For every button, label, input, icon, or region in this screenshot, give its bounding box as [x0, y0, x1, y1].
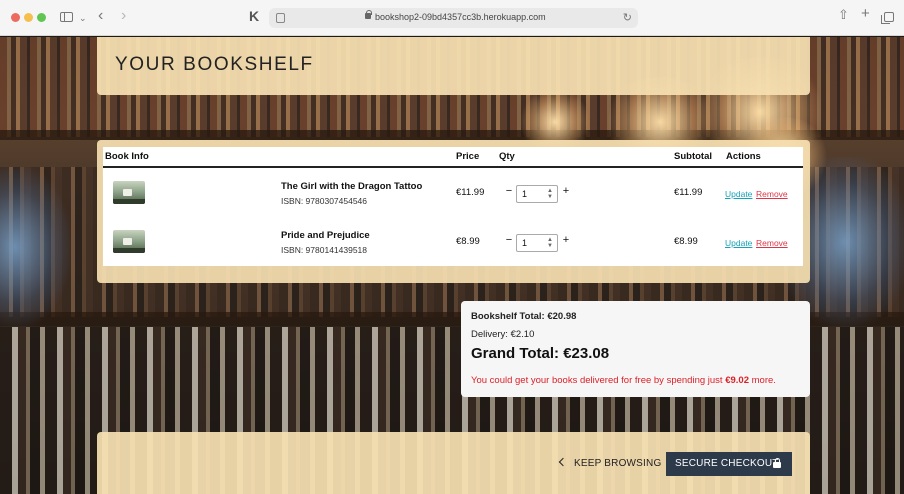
minimize-window-button[interactable]	[24, 13, 33, 22]
book-title[interactable]: Pride and Prejudice	[281, 230, 370, 241]
book-cover-image[interactable]	[113, 230, 145, 253]
row-subtotal: €8.99	[674, 236, 698, 247]
bookshelf-table: Book Info Price Qty Subtotal Actions The…	[103, 147, 803, 266]
chevron-down-icon[interactable]: ⌄	[79, 12, 87, 24]
row-subtotal: €11.99	[674, 187, 703, 198]
bookshelf-table-panel: Book Info Price Qty Subtotal Actions The…	[97, 140, 810, 283]
zoom-window-button[interactable]	[37, 13, 46, 22]
close-window-button[interactable]	[11, 13, 20, 22]
column-header-subtotal: Subtotal	[674, 151, 712, 162]
address-bar[interactable]: bookshop2-09bd4357cc3b.herokuapp.com ↻	[269, 8, 638, 28]
book-cover-image[interactable]	[113, 181, 145, 204]
quantity-value: 1	[522, 189, 528, 199]
book-price: €8.99	[456, 236, 480, 247]
remove-link[interactable]: Remove	[756, 238, 788, 248]
book-price: €11.99	[456, 187, 485, 198]
decrement-qty-button[interactable]: −	[503, 184, 515, 198]
remove-link[interactable]: Remove	[756, 189, 788, 199]
column-header-qty: Qty	[499, 151, 515, 162]
header-panel: YOUR BOOKSHELF	[97, 37, 810, 95]
keep-browsing-label: KEEP BROWSING	[574, 458, 662, 469]
decrement-qty-button[interactable]: −	[503, 233, 515, 247]
book-title[interactable]: The Girl with the Dragon Tattoo	[281, 181, 422, 192]
order-summary-panel: Bookshelf Total: €20.98 Delivery: €2.10 …	[461, 301, 810, 397]
keep-browsing-link[interactable]: KEEP BROWSING	[558, 457, 662, 469]
quantity-input[interactable]: 1 ▲ ▼	[516, 234, 558, 252]
column-header-actions: Actions	[726, 151, 761, 162]
lock-icon	[365, 10, 372, 19]
url-text[interactable]: bookshop2-09bd4357cc3b.herokuapp.com	[375, 12, 546, 22]
bookshelf-total: Bookshelf Total: €20.98	[471, 311, 577, 322]
reload-icon[interactable]: ↻	[623, 11, 632, 24]
page-title: YOUR BOOKSHELF	[115, 54, 314, 75]
free-delivery-prefix: You could get your books delivered for f…	[471, 375, 726, 386]
footer-actions-panel: KEEP BROWSING SECURE CHECKOUT	[97, 432, 810, 494]
spinner-icon[interactable]: ▲ ▼	[547, 237, 553, 249]
free-delivery-amount: €9.02	[725, 375, 749, 386]
forward-icon[interactable]: ›	[121, 8, 126, 24]
spinner-icon[interactable]: ▲ ▼	[547, 188, 553, 200]
secure-checkout-label: SECURE CHECKOUT	[675, 458, 779, 469]
update-link[interactable]: Update	[725, 189, 752, 199]
book-isbn: ISBN: 9780141439518	[281, 245, 368, 255]
free-delivery-message: You could get your books delivered for f…	[471, 375, 776, 386]
column-header-book-info: Book Info	[105, 151, 149, 162]
lock-icon	[773, 458, 781, 468]
increment-qty-button[interactable]: +	[560, 184, 572, 198]
tab-overview-icon[interactable]	[881, 12, 894, 24]
grand-total: Grand Total: €23.08	[471, 345, 610, 362]
quantity-input[interactable]: 1 ▲ ▼	[516, 185, 558, 203]
book-isbn: ISBN: 9780307454546	[281, 196, 368, 206]
extension-icon[interactable]: K	[249, 9, 259, 23]
back-icon[interactable]: ‹	[98, 8, 103, 24]
page-icon	[276, 13, 285, 23]
browser-toolbar: ⌄ ‹ › K bookshop2-09bd4357cc3b.herokuapp…	[0, 0, 904, 36]
quantity-value: 1	[522, 238, 528, 248]
chevron-left-icon	[558, 457, 568, 467]
delivery-cost: Delivery: €2.10	[471, 329, 535, 340]
free-delivery-suffix: more.	[748, 375, 776, 386]
update-link[interactable]: Update	[725, 238, 752, 248]
column-header-price: Price	[456, 151, 480, 162]
secure-checkout-button[interactable]: SECURE CHECKOUT	[666, 452, 792, 476]
table-row: The Girl with the Dragon Tattoo ISBN: 97…	[103, 171, 803, 215]
sidebar-toggle-icon[interactable]	[60, 12, 73, 22]
table-header-divider	[103, 166, 803, 168]
share-icon[interactable]: ⇧	[838, 8, 849, 21]
increment-qty-button[interactable]: +	[560, 233, 572, 247]
table-row: Pride and Prejudice ISBN: 9780141439518 …	[103, 220, 803, 264]
new-tab-icon[interactable]: +	[861, 6, 870, 21]
